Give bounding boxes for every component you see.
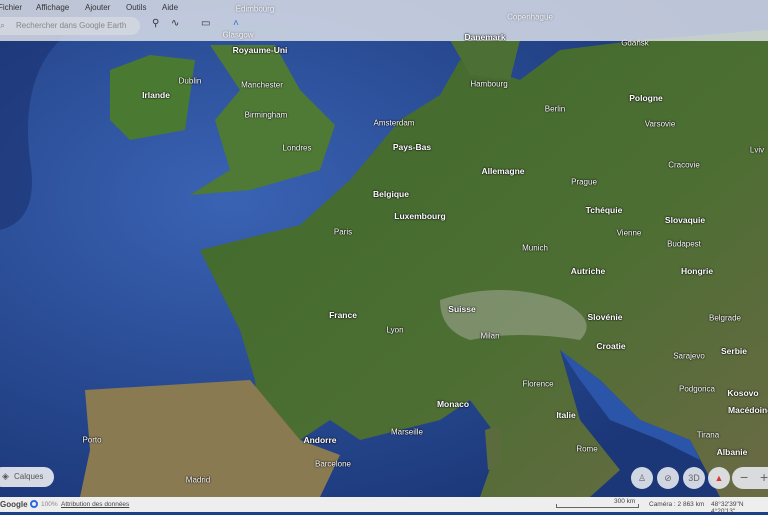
map-label-city: Madrid (186, 476, 210, 485)
map-label-city: Vienne (617, 229, 642, 238)
map-label-city: Prague (571, 178, 597, 187)
map-label-country: Hongrie (681, 266, 713, 276)
map-label-city: Budapest (667, 240, 701, 249)
map-label-city: Londres (283, 144, 312, 153)
map-view[interactable]: Édimbourg Glasgow Copenhague Royaume-Uni… (0, 0, 768, 497)
map-label-city: Lviv (750, 146, 764, 155)
camera-altitude: Caméra : 2 863 km (649, 501, 704, 508)
layers-button[interactable]: ◈ Calques (0, 467, 54, 487)
cursor-coordinates: 48°32'39"N 4°20'13" (711, 501, 768, 515)
map-label-country: Serbie (721, 346, 747, 356)
layers-label: Calques (14, 472, 43, 481)
map-label-country: Slovénie (588, 312, 623, 322)
map-label-city: Dublin (179, 77, 202, 86)
satellite-imagery (0, 0, 768, 497)
reset-tilt-button[interactable]: ⊘ (657, 467, 679, 489)
map-label-country: Autriche (571, 266, 605, 276)
map-label-city: Munich (522, 244, 548, 253)
map-label-city: Porto (82, 436, 101, 445)
pegman-button[interactable]: ♙ (631, 467, 653, 489)
map-label-country: Suisse (448, 304, 475, 314)
map-label-country: Allemagne (482, 166, 525, 176)
map-label-country: Kosovo (727, 388, 758, 398)
map-label-country: Monaco (437, 399, 469, 409)
map-label-city: Milan (480, 332, 499, 341)
map-label-city: Birmingham (245, 111, 288, 120)
map-label-country: Luxembourg (394, 211, 445, 221)
map-label-country: France (329, 310, 357, 320)
map-label-country: Croatie (596, 341, 625, 351)
map-label-country: Andorre (303, 435, 336, 445)
map-label-country: Italie (556, 410, 575, 420)
map-label-country: Albanie (717, 447, 748, 457)
pegman-icon: ♙ (638, 473, 646, 483)
no-tilt-icon: ⊘ (664, 473, 672, 483)
loading-progress-icon (30, 500, 38, 508)
3d-toggle-button[interactable]: 3D (683, 467, 705, 489)
zoom-out-button[interactable]: − (740, 469, 748, 485)
map-label-city: Paris (334, 228, 352, 237)
search-placeholder: Rechercher dans Google Earth (16, 21, 126, 30)
map-label-country: Pologne (629, 93, 663, 103)
map-label-country: Slovaquie (665, 215, 705, 225)
map-label-city: Marseille (391, 428, 423, 437)
status-bar: Google 100% Attribution des données 300 … (0, 497, 768, 512)
map-label-city: Cracovie (668, 161, 700, 170)
loading-progress: 100% (41, 501, 58, 508)
menu-tools[interactable]: Outils (126, 3, 146, 12)
zoom-controls: − + (732, 467, 768, 489)
compass-button[interactable]: ▲ (708, 467, 730, 489)
map-label-city: Florence (522, 380, 553, 389)
map-label-city: Berlin (545, 105, 565, 114)
draw-path-icon[interactable]: ∿ (171, 18, 179, 29)
map-label-city: Rome (576, 445, 597, 454)
menu-add[interactable]: Ajouter (85, 3, 110, 12)
chevron-up-icon[interactable]: ˄ (233, 18, 239, 29)
map-label-country: Irlande (142, 90, 170, 100)
map-label-city: Sarajevo (673, 352, 705, 361)
map-label-country: Belgique (373, 189, 409, 199)
map-label-city: Hambourg (470, 80, 507, 89)
map-label-country: Pays-Bas (393, 142, 431, 152)
map-label-city: Barcelone (315, 460, 351, 469)
map-label-city: Glasgow (222, 31, 253, 40)
map-label-country: Macédoine (728, 405, 768, 415)
map-label-country: Tchéquie (586, 205, 623, 215)
ruler-icon[interactable]: ▭ (201, 18, 210, 29)
layers-icon: ◈ (2, 471, 9, 482)
map-label-city: Amsterdam (374, 119, 415, 128)
google-logo: Google (0, 500, 28, 509)
map-label-city: Copenhague (507, 13, 553, 22)
top-toolbar: Fichier Affichage Ajouter Outils Aide ⌕ … (0, 0, 768, 41)
map-label-city: Belgrade (709, 314, 741, 323)
map-label-city: Manchester (241, 81, 283, 90)
map-label-city: Édimbourg (236, 5, 275, 14)
map-label-city: Varsovie (645, 120, 676, 129)
menu-help[interactable]: Aide (162, 3, 178, 12)
map-label-city: Tirana (697, 431, 719, 440)
placemark-icon[interactable]: ⚲ (152, 18, 159, 29)
data-attribution-link[interactable]: Attribution des données (61, 501, 129, 508)
map-label-country: Danemark (464, 32, 505, 42)
map-label-city: Lyon (386, 326, 403, 335)
menu-view[interactable]: Affichage (36, 3, 69, 12)
scale-label: 300 km (614, 498, 635, 505)
map-label-city: Podgorica (679, 385, 715, 394)
compass-icon: ▲ (715, 473, 724, 483)
map-label-country: Royaume-Uni (233, 45, 288, 55)
menu-file[interactable]: Fichier (0, 3, 22, 12)
search-icon: ⌕ (0, 20, 5, 31)
zoom-in-button[interactable]: + (760, 469, 768, 485)
search-input[interactable]: ⌕ Rechercher dans Google Earth (0, 17, 140, 35)
